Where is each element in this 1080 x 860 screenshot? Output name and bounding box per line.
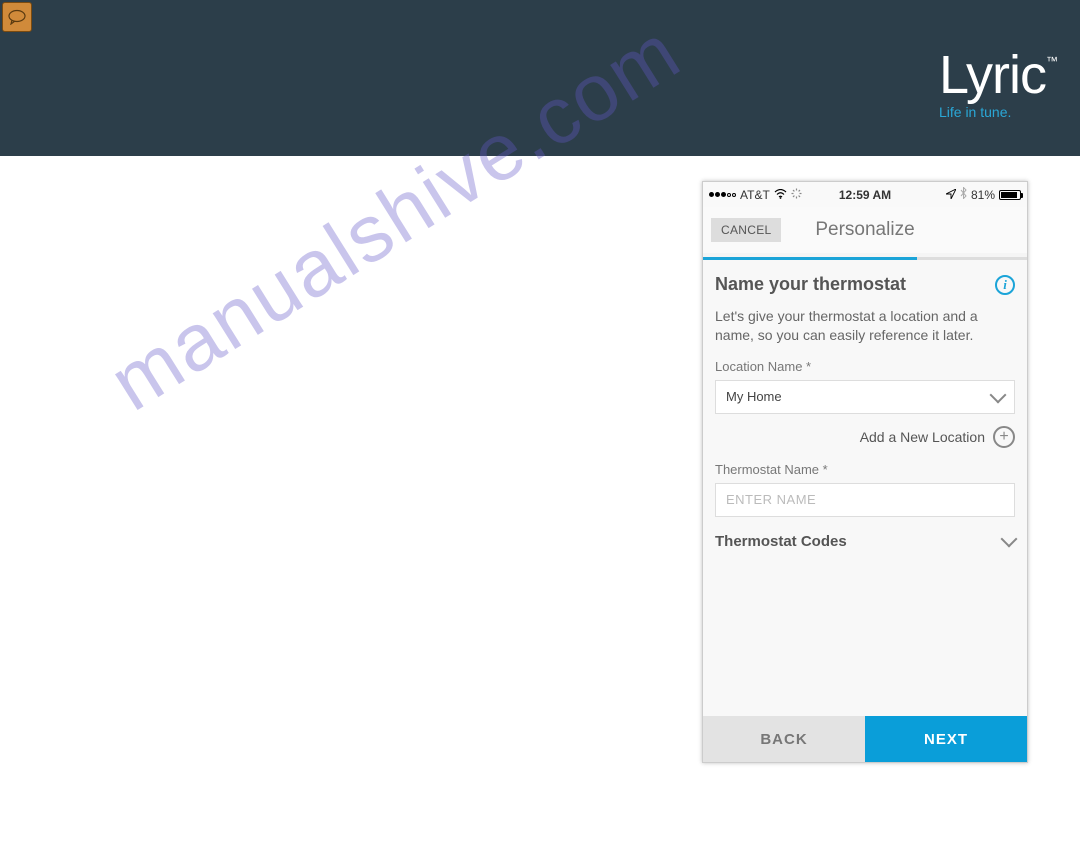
plus-icon: + (993, 426, 1015, 448)
top-banner: Lyric™ Life in tune. (0, 0, 1080, 156)
location-select[interactable]: My Home (715, 380, 1015, 414)
next-button[interactable]: NEXT (865, 716, 1027, 762)
thermostat-codes-label: Thermostat Codes (715, 533, 847, 550)
bluetooth-icon (960, 187, 967, 202)
location-name-label: Location Name * (715, 359, 1015, 374)
wifi-icon (774, 188, 787, 202)
content-area: Name your thermostat i Let's give your t… (703, 260, 1027, 716)
battery-pct: 81% (971, 188, 995, 202)
logo-tm: ™ (1046, 54, 1058, 68)
nav-bar: CANCEL Personalize (703, 207, 1027, 253)
add-location-label: Add a New Location (860, 429, 985, 445)
loading-icon (791, 188, 802, 202)
chevron-down-icon (990, 386, 1007, 403)
info-icon[interactable]: i (995, 275, 1015, 295)
status-bar: AT&T 12:59 AM 81% (703, 182, 1027, 207)
location-value: My Home (726, 389, 782, 404)
section-description: Let's give your thermostat a location an… (715, 307, 1015, 345)
back-button[interactable]: BACK (703, 716, 865, 762)
location-arrow-icon (946, 188, 956, 202)
lyric-logo: Lyric™ Life in tune. (939, 48, 1058, 120)
thermostat-codes-row[interactable]: Thermostat Codes (715, 533, 1015, 550)
battery-icon (999, 190, 1021, 200)
chat-icon[interactable] (2, 2, 32, 32)
chevron-down-icon (1001, 531, 1018, 548)
phone-mockup: AT&T 12:59 AM 81% CANCEL Personalize (702, 181, 1028, 763)
progress-bar (703, 257, 1027, 260)
logo-text: Lyric (939, 45, 1046, 105)
section-title: Name your thermostat (715, 274, 906, 295)
status-time: 12:59 AM (813, 188, 917, 202)
thermostat-name-input[interactable] (715, 483, 1015, 517)
cancel-button[interactable]: CANCEL (711, 218, 781, 242)
thermostat-name-label: Thermostat Name * (715, 462, 1015, 477)
carrier-label: AT&T (740, 188, 770, 202)
signal-dots-icon (709, 192, 736, 197)
bottom-bar: BACK NEXT (703, 716, 1027, 762)
logo-tagline: Life in tune. (939, 104, 1058, 120)
add-location-button[interactable]: Add a New Location + (715, 426, 1015, 448)
